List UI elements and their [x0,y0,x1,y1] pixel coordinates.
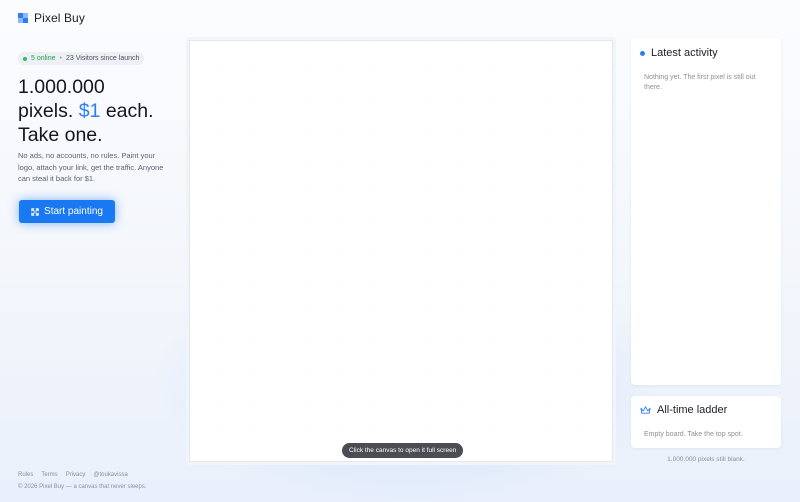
ladder-empty-text: Empty board. Take the top spot. [644,431,743,438]
brand-name: Pixel Buy [34,11,85,25]
hero-description: No ads, no accounts, no rules. Paint you… [18,151,164,183]
online-dot-icon [23,56,27,61]
visitor-count: 23 Visitors since launch [65,55,140,62]
footer-links: Rules Terms Privacy @toukavissa [18,472,128,478]
title-line-2-pre: pixels. [18,100,74,122]
expand-arrows-icon [31,207,39,216]
all-time-ladder-card: All-time ladder Empty board. Take the to… [631,396,781,448]
pixel-canvas[interactable] [189,40,613,462]
title-line-2-post: each. [105,100,154,122]
canvas-fullscreen-tip: Click the canvas to open it full screen [342,443,464,458]
footer-link-social[interactable]: @toukavissa [93,472,127,478]
footer-link-terms[interactable]: Terms [41,472,57,478]
start-painting-label: Start painting [44,206,103,217]
activity-empty-text: Nothing yet. The first pixel is still ou… [644,74,756,91]
activity-title: Latest activity [651,47,718,59]
online-count: 5 online [31,55,56,62]
latest-activity-card: Latest activity Nothing yet. The first p… [631,38,781,385]
activity-header: Latest activity [640,47,718,59]
pixel-canvas-frame [186,37,616,465]
footer-link-rules[interactable]: Rules [18,472,33,478]
title-line-1: 1.000.000 [18,76,105,98]
status-separator: • [59,55,62,62]
brand-logo[interactable]: Pixel Buy [18,11,85,25]
page-title: 1.000.000 pixels. $1 each. Take one. [18,75,183,147]
status-pill: 5 online • 23 Visitors since launch [18,52,145,65]
footer-copyright: © 2026 Pixel Buy — a canvas that never s… [18,484,147,490]
crown-icon [640,406,651,414]
pixel-grid-icon [18,13,28,23]
ladder-title: All-time ladder [657,404,728,416]
canvas-grid [190,41,612,461]
start-painting-button[interactable]: Start painting [19,200,115,223]
live-dot-icon [640,50,645,56]
pixels-blank-count: 1.000.000 pixels still blank. [667,456,745,463]
title-line-3: Take one. [18,124,103,146]
price-highlight: $1 [78,100,101,122]
footer-link-privacy[interactable]: Privacy [66,472,86,478]
ladder-header: All-time ladder [640,404,727,416]
